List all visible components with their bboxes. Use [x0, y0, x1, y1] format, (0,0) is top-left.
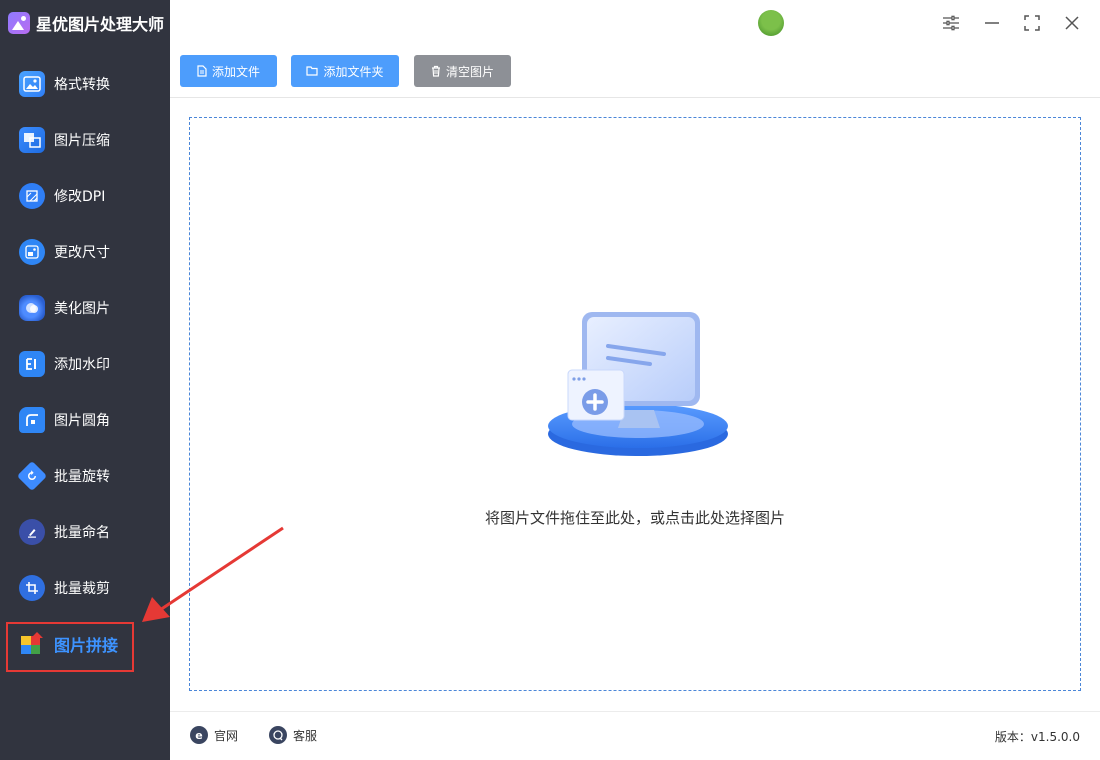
crop-icon — [19, 575, 45, 601]
sidebar-item-rename[interactable]: 批量命名 — [0, 504, 170, 560]
sidebar-item-rotate[interactable]: 批量旋转 — [0, 448, 170, 504]
drop-hint-text: 将图片文件拖住至此处，或点击此处选择图片 — [484, 509, 785, 527]
sidebar-item-beautify[interactable]: 美化图片 — [0, 280, 170, 336]
sidebar-item-label: 批量裁剪 — [54, 581, 110, 597]
sidebar-item-label: 更改尺寸 — [54, 245, 110, 261]
sidebar-item-dpi[interactable]: 修改DPI — [0, 168, 170, 224]
version-text: 版本：v1.5.0.0 — [994, 730, 1080, 744]
app-title-bar: 星优图片处理大师 — [0, 0, 170, 46]
website-label: 官网 — [214, 728, 239, 743]
settings-button[interactable] — [938, 10, 964, 36]
sidebar-item-label: 批量旋转 — [54, 469, 110, 485]
dpi-icon — [19, 183, 45, 209]
watermark-icon — [19, 351, 45, 377]
add-folder-button[interactable]: 添加文件夹 — [291, 55, 399, 87]
sidebar-nav: 格式转换 图片压缩 修改DPI 更改尺寸 美化图片 添加水印 图片圆角 批量旋转… — [0, 56, 170, 672]
toolbar: 添加文件 添加文件夹 清空图片 — [170, 46, 1100, 98]
sidebar-item-format-convert[interactable]: 格式转换 — [0, 56, 170, 112]
close-icon — [1065, 16, 1079, 30]
sidebar-item-crop[interactable]: 批量裁剪 — [0, 560, 170, 616]
rename-icon — [19, 519, 45, 545]
sidebar-item-watermark[interactable]: 添加水印 — [0, 336, 170, 392]
sidebar-item-label: 格式转换 — [54, 77, 110, 93]
avatar[interactable] — [758, 10, 784, 36]
app-logo-icon — [8, 12, 30, 34]
round-corner-icon — [19, 407, 45, 433]
add-file-button[interactable]: 添加文件 — [180, 55, 277, 87]
close-button[interactable] — [1059, 10, 1085, 36]
resize-icon — [19, 239, 45, 265]
chat-bubble-icon — [269, 726, 287, 744]
beautify-icon — [19, 295, 45, 321]
ie-browser-icon: e — [190, 726, 208, 744]
footer: e 官网 客服 版本：v1.5.0.0 — [170, 711, 1100, 760]
app-name: 星优图片处理大师 — [36, 15, 165, 34]
sidebar-item-label: 图片压缩 — [54, 133, 110, 149]
annotation-highlight-box — [6, 622, 134, 672]
website-link[interactable]: e 官网 — [190, 726, 238, 744]
image-drop-zone[interactable]: 将图片文件拖住至此处，或点击此处选择图片 — [189, 117, 1081, 691]
maximize-icon — [1024, 15, 1040, 31]
add-file-label: 添加文件 — [211, 64, 260, 79]
support-label: 客服 — [293, 728, 318, 743]
clear-images-button[interactable]: 清空图片 — [414, 55, 511, 87]
image-compress-icon — [19, 127, 45, 153]
sidebar-item-round-corner[interactable]: 图片圆角 — [0, 392, 170, 448]
sidebar-item-label: 批量命名 — [54, 525, 110, 541]
sidebar-item-label: 修改DPI — [54, 189, 106, 205]
maximize-button[interactable] — [1019, 10, 1045, 36]
sidebar-item-label: 添加水印 — [54, 357, 110, 373]
minimize-icon — [985, 22, 999, 24]
sidebar-item-label: 美化图片 — [54, 301, 110, 317]
add-folder-label: 添加文件夹 — [323, 64, 384, 79]
folder-icon — [306, 66, 319, 76]
clear-images-label: 清空图片 — [445, 64, 494, 79]
file-icon — [197, 65, 207, 77]
sidebar-item-label: 图片圆角 — [54, 413, 110, 429]
sidebar-item-compress[interactable]: 图片压缩 — [0, 112, 170, 168]
trash-icon — [431, 65, 440, 77]
username-redacted — [790, 14, 926, 32]
computer-add-icon — [548, 312, 728, 456]
sidebar-item-resize[interactable]: 更改尺寸 — [0, 224, 170, 280]
minimize-button[interactable] — [979, 10, 1005, 36]
support-link[interactable]: 客服 — [269, 726, 317, 744]
title-bar — [170, 0, 1100, 46]
image-convert-icon — [19, 71, 45, 97]
rotate-icon — [16, 460, 48, 492]
sliders-icon — [943, 15, 959, 31]
